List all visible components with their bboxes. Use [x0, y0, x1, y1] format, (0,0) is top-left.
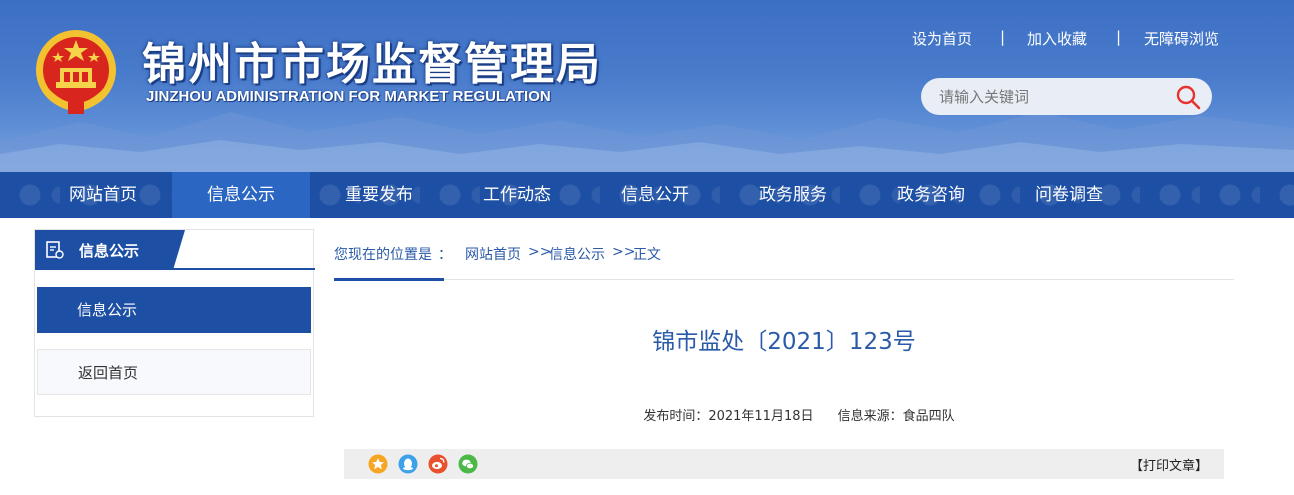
article-title: 锦市监处〔2021〕123号 [652, 329, 916, 355]
sidebar-header-tab: 信息公示 [35, 230, 185, 270]
publish-date: 2021年11月18日 [708, 409, 814, 424]
top-links: 设为首页 | 加入收藏 | 无障碍浏览 [900, 28, 1240, 48]
nav-item-gov-services[interactable]: 政务服务 [724, 172, 862, 218]
search-icon[interactable] [1175, 84, 1201, 110]
accessible-browse-link[interactable]: 无障碍浏览 [1144, 28, 1219, 49]
nav-item-info-publicity[interactable]: 信息公示 [172, 172, 310, 218]
favorite-star-icon[interactable] [368, 454, 388, 474]
info-list-icon [46, 241, 64, 259]
share-bar: 【打印文章】 [344, 449, 1224, 479]
article-meta: 发布时间：2021年11月18日 信息来源：食品四队 [334, 405, 1264, 424]
breadcrumb-prefix: 您现在的位置是 [334, 247, 432, 263]
publish-label: 发布时间： [643, 409, 709, 424]
breadcrumb-colon: ： [438, 247, 452, 263]
search-input[interactable] [939, 86, 1169, 108]
publish-info: 发布时间：2021年11月18日 [643, 409, 813, 424]
source-info: 信息来源：食品四队 [838, 409, 955, 424]
site-title: 锦州市市场监督管理局 [142, 39, 602, 90]
national-emblem-icon [36, 30, 116, 114]
sidebar: 信息公示 信息公示 返回首页 [34, 229, 315, 417]
main-nav: 网站首页 信息公示 重要发布 工作动态 信息公开 政务服务 政务咨询 问卷调查 [0, 172, 1294, 218]
source-value: 食品四队 [902, 409, 955, 424]
breadcrumb-info-publicity[interactable]: 信息公示 [549, 244, 605, 264]
top-link-separator: | [1116, 28, 1122, 46]
bookmark-link[interactable]: 加入收藏 [1027, 28, 1087, 49]
sidebar-header: 信息公示 [35, 230, 315, 270]
qq-icon[interactable] [398, 454, 418, 474]
top-link-separator: | [1000, 28, 1006, 46]
nav-item-work-news[interactable]: 工作动态 [448, 172, 586, 218]
weibo-icon[interactable] [428, 454, 448, 474]
breadcrumb-separator: >> [528, 244, 552, 260]
site-header: 锦州市市场监督管理局 JINZHOU ADMINISTRATION FOR MA… [0, 0, 1294, 172]
breadcrumb-divider-accent [334, 278, 444, 281]
source-label: 信息来源： [837, 409, 903, 424]
set-home-link[interactable]: 设为首页 [912, 28, 972, 49]
sidebar-item-info-publicity[interactable]: 信息公示 [37, 287, 311, 333]
breadcrumb-divider [334, 279, 1234, 280]
breadcrumb-current: 正文 [633, 247, 661, 263]
nav-item-gov-consult[interactable]: 政务咨询 [862, 172, 1000, 218]
sidebar-item-back-home[interactable]: 返回首页 [37, 349, 311, 395]
print-article-link[interactable]: 【打印文章】 [1130, 455, 1208, 474]
sidebar-heading: 信息公示 [79, 242, 140, 260]
nav-item-survey[interactable]: 问卷调查 [1000, 172, 1138, 218]
breadcrumb-home[interactable]: 网站首页 [465, 244, 521, 264]
wechat-icon[interactable] [458, 454, 478, 474]
nav-item-info-disclosure[interactable]: 信息公开 [586, 172, 724, 218]
site-subtitle: JINZHOU ADMINISTRATION FOR MARKET REGULA… [146, 88, 551, 105]
nav-item-important-release[interactable]: 重要发布 [310, 172, 448, 218]
breadcrumb-separator: >> [612, 244, 636, 260]
search-box [921, 78, 1212, 115]
nav-item-home[interactable]: 网站首页 [34, 172, 172, 218]
